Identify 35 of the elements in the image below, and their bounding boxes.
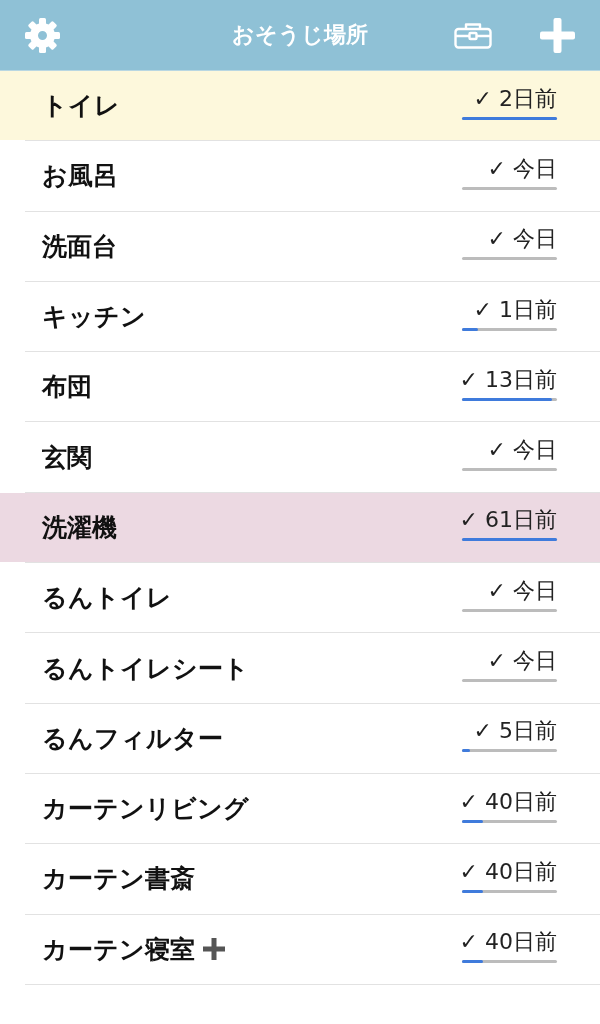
place-name: お風呂 [42,160,118,193]
place-name: カーテンリビング [42,793,249,826]
place-name: カーテン寝室 [42,933,195,966]
elapsed-label: ✓ 今日 [487,648,557,674]
screen-title: おそうじ場所 [232,21,368,49]
place-name: るんフィルター [42,722,223,755]
place-name: るんトイレシート [42,652,249,685]
place-name: トイレ [42,90,120,123]
elapsed-label: ✓ 今日 [487,437,557,464]
toolbox-icon [454,21,492,49]
add-button[interactable] [540,17,575,53]
place-name: 布団 [42,371,92,404]
place-name: カーテン書斎 [42,863,195,896]
list-row[interactable]: トイレ ✓ 2日前 [0,71,600,141]
place-name: 洗濯機 [42,511,117,544]
place-name: るんトイレ [42,582,172,615]
settings-button[interactable] [25,17,60,53]
place-name: キッチン [42,301,146,334]
plus-icon [540,17,575,53]
elapsed-label: ✓ 今日 [487,155,557,182]
elapsed-label: ✓ 今日 [487,577,557,604]
elapsed-label: ✓ 40日前 [459,858,557,885]
elapsed-label: ✓ 1日前 [473,296,557,323]
toolbox-button[interactable] [454,21,492,49]
elapsed-label: ✓ 今日 [487,226,557,253]
elapsed-label: ✓ 5日前 [473,718,557,745]
list-row[interactable]: 洗濯機 ✓ 61日前 [0,492,600,563]
place-name: 洗面台 [42,230,117,263]
gear-icon [25,17,60,53]
place-name: 玄関 [42,441,92,474]
elapsed-label: ✓ 2日前 [473,85,557,112]
elapsed-label: ✓ 40日前 [459,788,557,815]
elapsed-label: ✓ 40日前 [459,929,557,956]
elapsed-label: ✓ 61日前 [459,507,557,534]
elapsed-label: ✓ 13日前 [459,366,557,393]
